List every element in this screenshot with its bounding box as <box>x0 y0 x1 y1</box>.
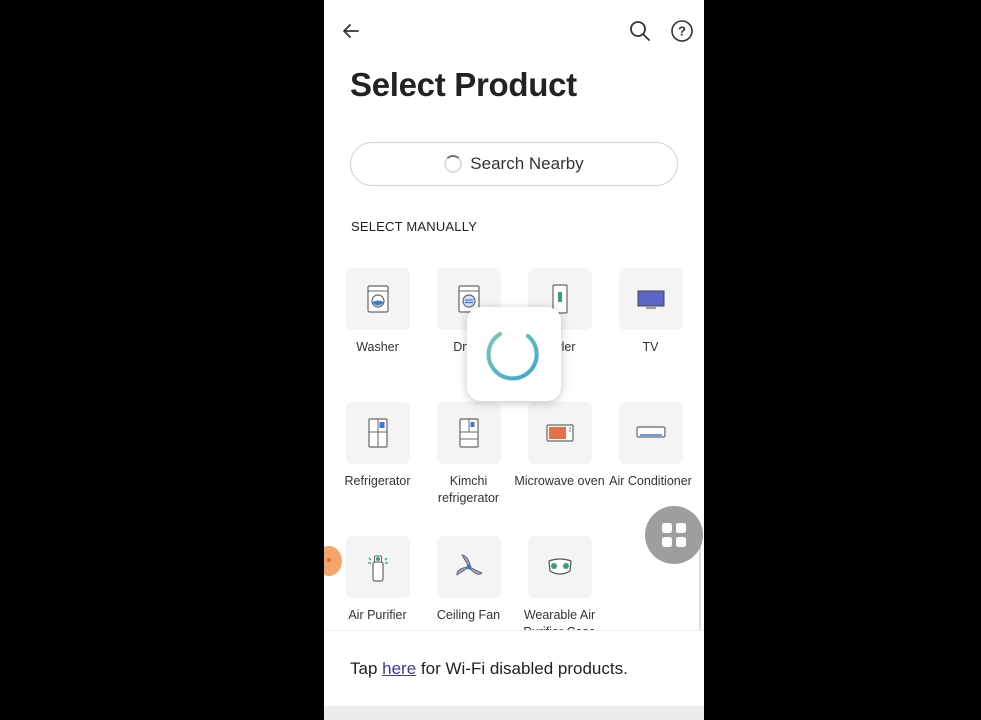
product-label: Kimchi refrigerator <box>437 474 500 505</box>
product-tile <box>618 268 683 330</box>
product-label: TV <box>642 340 659 354</box>
footer-prefix: Tap <box>350 659 383 678</box>
product-air-purifier[interactable]: Air Purifier <box>332 536 423 624</box>
washer-icon <box>366 285 389 313</box>
search-nearby-label: Search Nearby <box>470 154 584 173</box>
product-wearable-air-purifier-case[interactable]: Wearable Air Purifier Case <box>514 536 605 641</box>
product-tv[interactable]: TV <box>605 268 696 356</box>
back-button[interactable] <box>336 16 366 46</box>
product-refrigerator[interactable]: Refrigerator <box>332 402 423 490</box>
product-label: Ceiling Fan <box>436 608 501 622</box>
floating-menu-button[interactable] <box>645 506 703 564</box>
product-label: Air Purifier <box>348 608 407 622</box>
product-tile <box>345 536 410 598</box>
loading-overlay <box>467 307 561 401</box>
product-tile <box>618 402 683 464</box>
grid-icon <box>662 523 686 547</box>
refrigerator-icon <box>367 418 388 448</box>
kimchi-refrigerator-icon <box>458 418 479 448</box>
help-button[interactable]: ? <box>667 16 697 46</box>
page-title: Select Product <box>350 66 577 103</box>
footer-suffix: for Wi-Fi disabled products. <box>416 659 628 678</box>
product-label: Microwave oven <box>514 474 605 488</box>
wifi-disabled-link[interactable]: here <box>382 659 416 678</box>
product-washer[interactable]: Washer <box>332 268 423 356</box>
help-icon: ? <box>671 20 693 42</box>
product-ceiling-fan[interactable]: Ceiling Fan <box>423 536 514 624</box>
product-tile <box>345 268 410 330</box>
product-label: Refrigerator <box>344 474 411 488</box>
product-tile <box>527 536 592 598</box>
product-label: Washer <box>356 340 399 354</box>
search-icon <box>630 21 650 41</box>
help-glyph: ? <box>678 24 686 39</box>
air-conditioner-icon <box>635 426 666 438</box>
product-label: Air Conditioner <box>609 474 692 488</box>
ceiling-fan-icon <box>456 554 483 576</box>
wearable-air-purifier-icon <box>547 558 572 575</box>
product-microwave-oven[interactable]: Microwave oven <box>514 402 605 490</box>
product-tile <box>436 536 501 598</box>
search-nearby-button[interactable]: Search Nearby <box>350 142 678 186</box>
loading-spinner-icon <box>486 332 539 381</box>
arrow-left-icon <box>343 24 359 38</box>
product-tile <box>527 402 592 464</box>
microwave-icon <box>545 424 574 442</box>
app-screen: ? Select Product Search Nearby SELECT MA… <box>324 0 704 720</box>
section-label: SELECT MANUALLY <box>351 219 478 234</box>
bottom-bar <box>324 706 704 720</box>
search-button[interactable] <box>625 16 655 46</box>
loading-spinner-icon <box>444 155 463 173</box>
product-tile <box>345 402 410 464</box>
product-air-conditioner[interactable]: Air Conditioner <box>605 402 696 490</box>
air-purifier-icon <box>367 555 388 582</box>
footer: Tap here for Wi-Fi disabled products. <box>324 630 704 707</box>
tv-icon <box>637 290 664 309</box>
product-kimchi-refrigerator[interactable]: Kimchi refrigerator <box>423 402 514 507</box>
footer-text: Tap here for Wi-Fi disabled products. <box>350 659 628 679</box>
product-tile <box>436 402 501 464</box>
